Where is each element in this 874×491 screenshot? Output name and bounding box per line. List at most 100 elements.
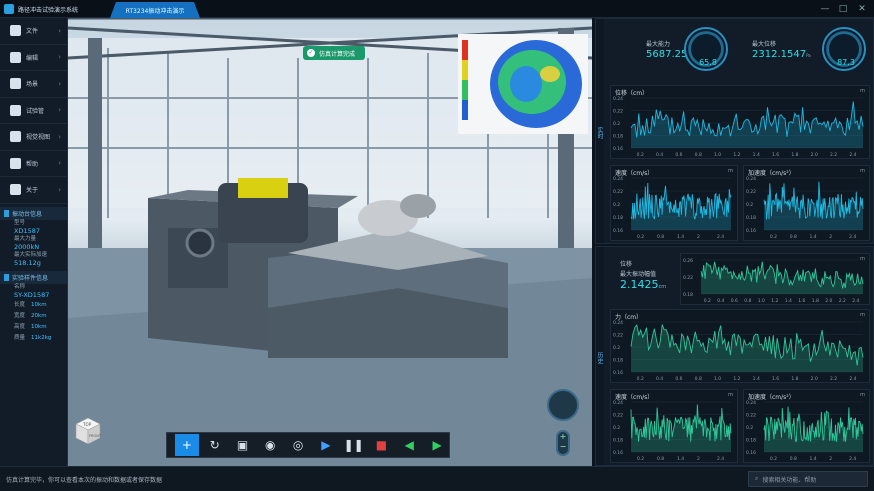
eye-button[interactable]: ◉ bbox=[258, 434, 282, 456]
menu-item-4[interactable]: 视觉视图 › bbox=[0, 124, 67, 151]
y-tick-label: 0.18 bbox=[613, 215, 623, 221]
menu-item-label: 关于 bbox=[26, 187, 39, 195]
rt-displacement-chart: 0.24 0.22 0.2 0.18 0.16 0.2 0.4 0.6 0.8 1.0 1.2 1.4… bbox=[610, 85, 870, 159]
chart-title: 速度（cm/s） bbox=[615, 394, 654, 401]
sample-dim-row: 高度 10km bbox=[0, 322, 67, 333]
app-title: 路径冲击试验演示系统 bbox=[0, 0, 105, 18]
menu-item-label: 试验管 bbox=[26, 107, 45, 115]
menu-item-1[interactable]: 编辑 › bbox=[0, 45, 67, 71]
rt-acceleration-chart: 0.24 0.22 0.2 0.18 0.16 0.2 0.8 1.4 2 2.4 加速度（cm/s… bbox=[743, 165, 870, 241]
menu-item-3[interactable]: 试验管 › bbox=[0, 98, 67, 124]
sample-dim-key: 长度 bbox=[14, 301, 26, 308]
x-tick-label: 0.8 bbox=[695, 152, 702, 158]
x-tick-label: 1.8 bbox=[791, 152, 798, 158]
sample-dim-value: 10km bbox=[31, 323, 47, 330]
max-disp-value: 2312.1547Pa bbox=[752, 49, 811, 60]
disp-gauge-value: 87.3 bbox=[837, 58, 855, 67]
playback-toolbar: + ↻ ▣ ◉ ◎ ▶ ❚❚ ■ ◀ ▶ bbox=[166, 432, 450, 458]
y-tick-label: 0.22 bbox=[613, 413, 623, 419]
x-tick-label: 2.4 bbox=[849, 234, 856, 240]
sample-dim-key: 宽度 bbox=[14, 312, 26, 319]
add-button[interactable]: + bbox=[175, 434, 199, 456]
view-cube[interactable]: TOP FRONT bbox=[74, 416, 102, 446]
realtime-side-tab[interactable]: 实时 bbox=[596, 19, 604, 243]
tab-label: RT3234振动冲击演示 bbox=[125, 7, 185, 15]
x-tick-label: 0.2 bbox=[637, 376, 644, 382]
minimize-button[interactable]: — bbox=[818, 2, 832, 16]
history-force-chart: 0.24 0.22 0.2 0.18 0.16 0.2 0.4 0.6 0.8 1.0 1.2 1.4… bbox=[610, 309, 870, 383]
x-tick-label: 2 bbox=[697, 456, 700, 462]
history-displacement-chart: 0.26 0.22 0.18 0.2 0.4 0.6 0.8 1.0 1.2 1.4 1.6 1.8 2… bbox=[680, 253, 870, 305]
x-tick-label: 1.4 bbox=[810, 234, 817, 240]
maximize-button[interactable]: □ bbox=[836, 2, 850, 16]
close-button[interactable]: ✕ bbox=[855, 2, 869, 16]
y-tick-label: 0.16 bbox=[613, 450, 623, 456]
shaker-model-label: 型号 bbox=[14, 219, 26, 226]
next-button[interactable]: ▶ bbox=[425, 434, 449, 456]
left-sidebar: 文件 › 编辑 › 场景 › 试验管 › 视觉视图 › 帮助 › 关于 › 振动台信息 型号 XD1587… bbox=[0, 18, 68, 466]
chart-unit: m bbox=[860, 392, 865, 398]
x-tick-label: 2 bbox=[697, 234, 700, 240]
sample-dim-key: 质量 bbox=[14, 334, 26, 341]
play-button[interactable]: ▶ bbox=[314, 434, 338, 456]
eye-alt-button[interactable]: ◎ bbox=[286, 434, 310, 456]
x-tick-label: 2.4 bbox=[717, 456, 724, 462]
status-badge: ✓ 仿真计算完成 bbox=[302, 46, 366, 60]
x-tick-label: 0.8 bbox=[790, 456, 797, 462]
x-tick-label: 0.4 bbox=[656, 152, 663, 158]
menu-item-6[interactable]: 关于 › bbox=[0, 177, 67, 204]
sample-dim-value: 10km bbox=[31, 301, 47, 308]
x-tick-label: 2.2 bbox=[830, 152, 837, 158]
x-tick-label: 1.4 bbox=[677, 234, 684, 240]
menu-item-label: 场景 bbox=[26, 81, 39, 89]
x-tick-label: 2.4 bbox=[849, 376, 856, 382]
y-tick-label: 0.18 bbox=[746, 438, 756, 444]
chart-unit: m bbox=[860, 88, 865, 94]
chart-canvas: 0.240.220.20.180.160.2 0.8 1.4 2 2.4 bbox=[746, 176, 864, 240]
chart-title: 位移（cm） bbox=[615, 90, 649, 97]
x-tick-label: 0.2 bbox=[637, 234, 644, 240]
history-side-tab[interactable]: 历史 bbox=[596, 247, 604, 465]
menu-item-2[interactable]: 场景 › bbox=[0, 71, 67, 98]
y-tick-label: 0.16 bbox=[613, 370, 623, 376]
about-icon bbox=[10, 184, 21, 196]
menu-item-0[interactable]: 文件 › bbox=[0, 18, 67, 45]
rotate-button[interactable]: ↻ bbox=[203, 434, 227, 456]
chevron-right-icon: › bbox=[58, 132, 61, 141]
rt-velocity-chart: 0.24 0.22 0.2 0.18 0.16 0.2 0.8 1.4 2 2.4 速度（cm/s）… bbox=[610, 165, 738, 241]
scene-viewport[interactable]: ✓ 仿真计算完成 TOP FRONT + − + ↻ ▣ ◉ ◎ ▶ ❚❚ ■ ◀ ▶ bbox=[68, 18, 592, 466]
chart-unit: m bbox=[728, 392, 733, 398]
x-tick-label: 0.8 bbox=[695, 376, 702, 382]
history-acceleration-chart: 0.24 0.22 0.2 0.18 0.16 0.2 0.8 1.4 2 2.4 加速度（cm/s… bbox=[743, 389, 870, 463]
menu-item-5[interactable]: 帮助 › bbox=[0, 151, 67, 177]
image-button[interactable]: ▣ bbox=[231, 434, 255, 456]
shaker-info-title: 振动台信息 bbox=[12, 210, 43, 218]
x-tick-label: 1.4 bbox=[785, 298, 792, 304]
sample-dim-row: 长度 10km bbox=[0, 300, 67, 311]
shaker-model-value: XD1587 bbox=[14, 226, 40, 235]
stop-button[interactable]: ■ bbox=[370, 434, 394, 456]
y-tick-label: 0.18 bbox=[613, 438, 623, 444]
prev-button[interactable]: ◀ bbox=[397, 434, 421, 456]
search-input[interactable]: ⌕ 搜索相关功能、帮助 bbox=[748, 471, 868, 487]
help-icon bbox=[10, 157, 21, 169]
app-title-text: 路径冲击试验演示系统 bbox=[18, 6, 79, 14]
section-marker-icon bbox=[4, 209, 9, 217]
chart-unit: m bbox=[860, 168, 865, 174]
pause-button[interactable]: ❚❚ bbox=[342, 434, 366, 456]
max-force-label: 最大能力 bbox=[646, 41, 671, 48]
tab-active[interactable]: RT3234振动冲击演示 bbox=[110, 2, 200, 18]
edit-icon bbox=[10, 51, 21, 63]
force-gauge: 65.8 bbox=[684, 27, 728, 71]
disp-gauge: 87.3 bbox=[822, 27, 866, 71]
x-tick-label: 2.4 bbox=[849, 152, 856, 158]
navigation-pad[interactable] bbox=[547, 389, 579, 421]
test-icon bbox=[10, 104, 21, 116]
x-tick-label: 2.2 bbox=[839, 298, 846, 304]
y-tick-label: 0.22 bbox=[683, 275, 693, 281]
app-window: 路径冲击试验演示系统 RT3234振动冲击演示 — □ ✕ 文件 › 编辑 › 场景 › 试… bbox=[0, 0, 874, 491]
zoom-control[interactable]: + − bbox=[556, 430, 570, 456]
simulation-preview[interactable] bbox=[458, 34, 588, 134]
x-tick-label: 0.8 bbox=[790, 234, 797, 240]
x-tick-label: 0.6 bbox=[675, 376, 682, 382]
